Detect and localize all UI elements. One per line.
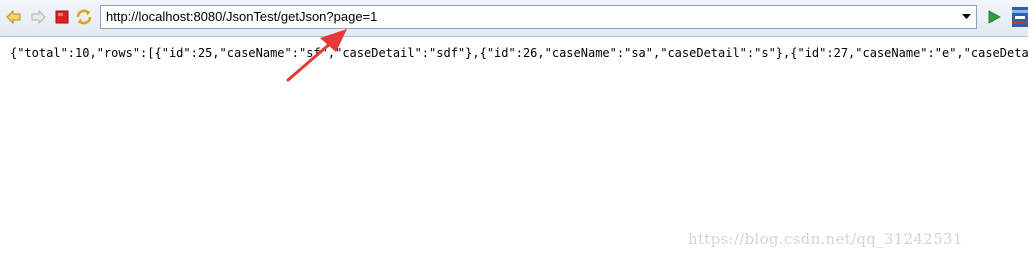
- forward-arrow-icon: [31, 9, 46, 25]
- browser-logo-icon: [1012, 7, 1028, 27]
- forward-button[interactable]: [29, 8, 47, 26]
- refresh-button[interactable]: [75, 8, 93, 26]
- go-button[interactable]: [985, 8, 1003, 26]
- stop-button[interactable]: [53, 8, 71, 26]
- go-icon: [988, 10, 1001, 24]
- navigation-toolbar: http://localhost:8080/JsonTest/getJson?p…: [0, 0, 1028, 37]
- url-text[interactable]: http://localhost:8080/JsonTest/getJson?p…: [106, 9, 377, 25]
- red-arrow-annotation: [286, 29, 347, 82]
- browser-window: http://localhost:8080/JsonTest/getJson?p…: [0, 0, 1028, 259]
- url-history-dropdown[interactable]: [958, 8, 974, 26]
- browser-menu-button[interactable]: [1012, 7, 1028, 27]
- json-response-text: {"total":10,"rows":[{"id":25,"caseName":…: [10, 46, 1028, 60]
- chevron-down-icon: [961, 14, 971, 19]
- watermark: https://blog.csdn.net/qq_31242531: [688, 230, 963, 248]
- back-button[interactable]: [5, 8, 23, 26]
- refresh-icon: [76, 9, 92, 25]
- address-bar[interactable]: http://localhost:8080/JsonTest/getJson?p…: [100, 5, 977, 29]
- back-arrow-icon: [6, 9, 21, 25]
- stop-icon: [55, 10, 69, 24]
